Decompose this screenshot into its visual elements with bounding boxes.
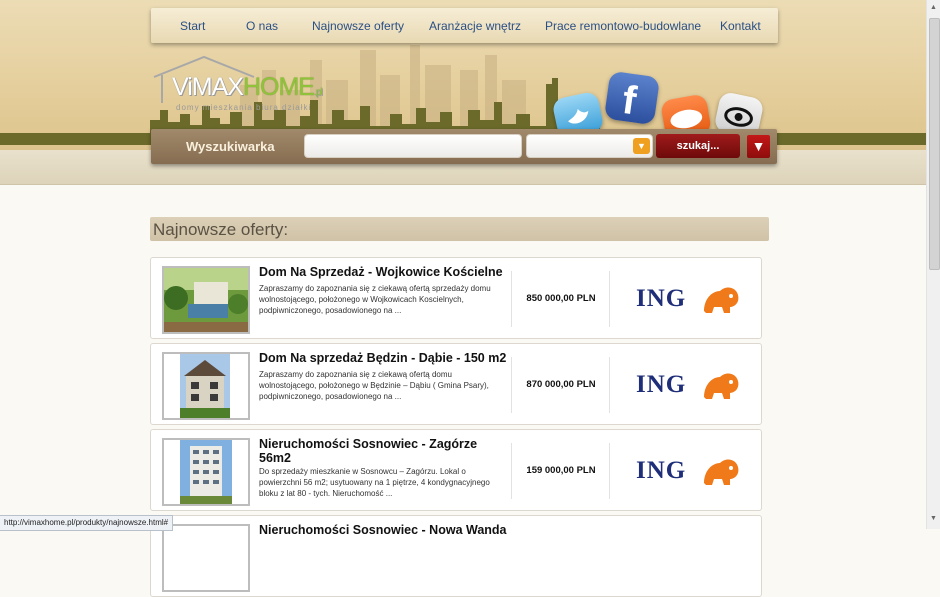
section-title: Najnowsze oferty: <box>153 220 289 239</box>
listing-title[interactable]: Dom Na Sprzedaż - Wojkowice Kościelne <box>259 265 507 279</box>
svg-text:f: f <box>620 78 640 124</box>
listing-thumbnail[interactable] <box>162 524 250 592</box>
category-select[interactable]: ▼ <box>526 134 653 158</box>
ing-logo-text: ING <box>636 457 687 484</box>
listing-card[interactable]: Dom Na Sprzedaż - Wojkowice Kościelne Za… <box>150 257 762 339</box>
listing-price: 159 000,00 PLN <box>526 465 596 476</box>
listing-title[interactable]: Nieruchomości Sosnowiec - Zagórze 56m2 <box>259 437 507 465</box>
nav-item-start[interactable]: Start <box>180 19 205 33</box>
ing-bank-logo: ING <box>636 283 746 315</box>
listing-thumbnail[interactable] <box>162 352 250 420</box>
listing-thumbnail[interactable] <box>162 266 250 334</box>
main-nav: Start O nas Najnowsze oferty Aranżacje w… <box>151 8 778 43</box>
listing-card[interactable]: Nieruchomości Sosnowiec - Nowa Wanda <box>150 515 762 597</box>
listing-title[interactable]: Nieruchomości Sosnowiec - Nowa Wanda <box>259 523 507 537</box>
logo-vimax: ViMAX <box>172 73 244 101</box>
nav-item-aranzacje-wnetrz[interactable]: Aranżacje wnętrz <box>429 19 521 33</box>
ing-logo-text: ING <box>636 371 687 398</box>
ing-bank-logo: ING <box>636 369 746 401</box>
divider <box>609 443 610 499</box>
listing-description: Do sprzedaży mieszkanie w Sosnowcu – Zag… <box>259 467 490 498</box>
nav-item-kontakt[interactable]: Kontakt <box>720 19 761 33</box>
divider <box>609 357 610 413</box>
logo-home: HOME <box>242 73 315 101</box>
divider <box>609 271 610 327</box>
listing-card[interactable]: Nieruchomości Sosnowiec - Zagórze 56m2 D… <box>150 429 762 511</box>
scrollbar-thumb[interactable] <box>929 18 940 270</box>
lion-icon <box>704 373 739 399</box>
section-header: Najnowsze oferty: <box>150 217 769 241</box>
divider <box>511 271 512 327</box>
vertical-scrollbar[interactable]: ▲ ▼ <box>926 0 940 529</box>
divider <box>511 443 512 499</box>
nav-item-najnowsze-oferty[interactable]: Najnowsze oferty <box>312 19 404 33</box>
expand-search-button[interactable]: ▼ <box>747 135 770 158</box>
ing-logo-text: ING <box>636 285 687 312</box>
search-input[interactable] <box>304 134 522 158</box>
search-label: Wyszukiwarka <box>186 139 275 154</box>
lion-icon <box>704 287 739 313</box>
logo-tagline: domy mieszkania biura działki <box>176 103 312 112</box>
listing-description: Zapraszamy do zapoznania się z ciekawą o… <box>259 284 491 315</box>
scroll-up-arrow-icon[interactable]: ▲ <box>930 4 937 11</box>
listing-thumbnail[interactable] <box>162 438 250 506</box>
lion-icon <box>704 459 739 485</box>
listing-price: 850 000,00 PLN <box>526 293 596 304</box>
search-bar: Wyszukiwarka ▼ szukaj... ▼ <box>151 129 777 164</box>
listing-description: Zapraszamy do zapoznania się z ciekawą o… <box>259 370 489 401</box>
nav-item-o-nas[interactable]: O nas <box>246 19 278 33</box>
search-button[interactable]: szukaj... <box>656 134 740 158</box>
divider <box>511 357 512 413</box>
listing-price: 870 000,00 PLN <box>526 379 596 390</box>
facebook-icon[interactable]: f <box>603 70 661 126</box>
logo-tld: .pl <box>313 87 323 98</box>
logo-text: ViMAXHOME.pl <box>172 73 322 102</box>
nav-item-prace-remontowo-budowlane[interactable]: Prace remontowo-budowlane <box>545 19 701 33</box>
listing-card[interactable]: Dom Na sprzedaż Będzin - Dąbie - 150 m2 … <box>150 343 762 425</box>
ing-bank-logo: ING <box>636 455 746 487</box>
site-logo[interactable]: ViMAXHOME.pl domy mieszkania biura dział… <box>152 55 322 115</box>
chevron-down-icon[interactable]: ▼ <box>633 138 650 154</box>
listing-title[interactable]: Dom Na sprzedaż Będzin - Dąbie - 150 m2 <box>259 351 507 365</box>
scroll-down-arrow-icon[interactable]: ▼ <box>930 515 937 522</box>
